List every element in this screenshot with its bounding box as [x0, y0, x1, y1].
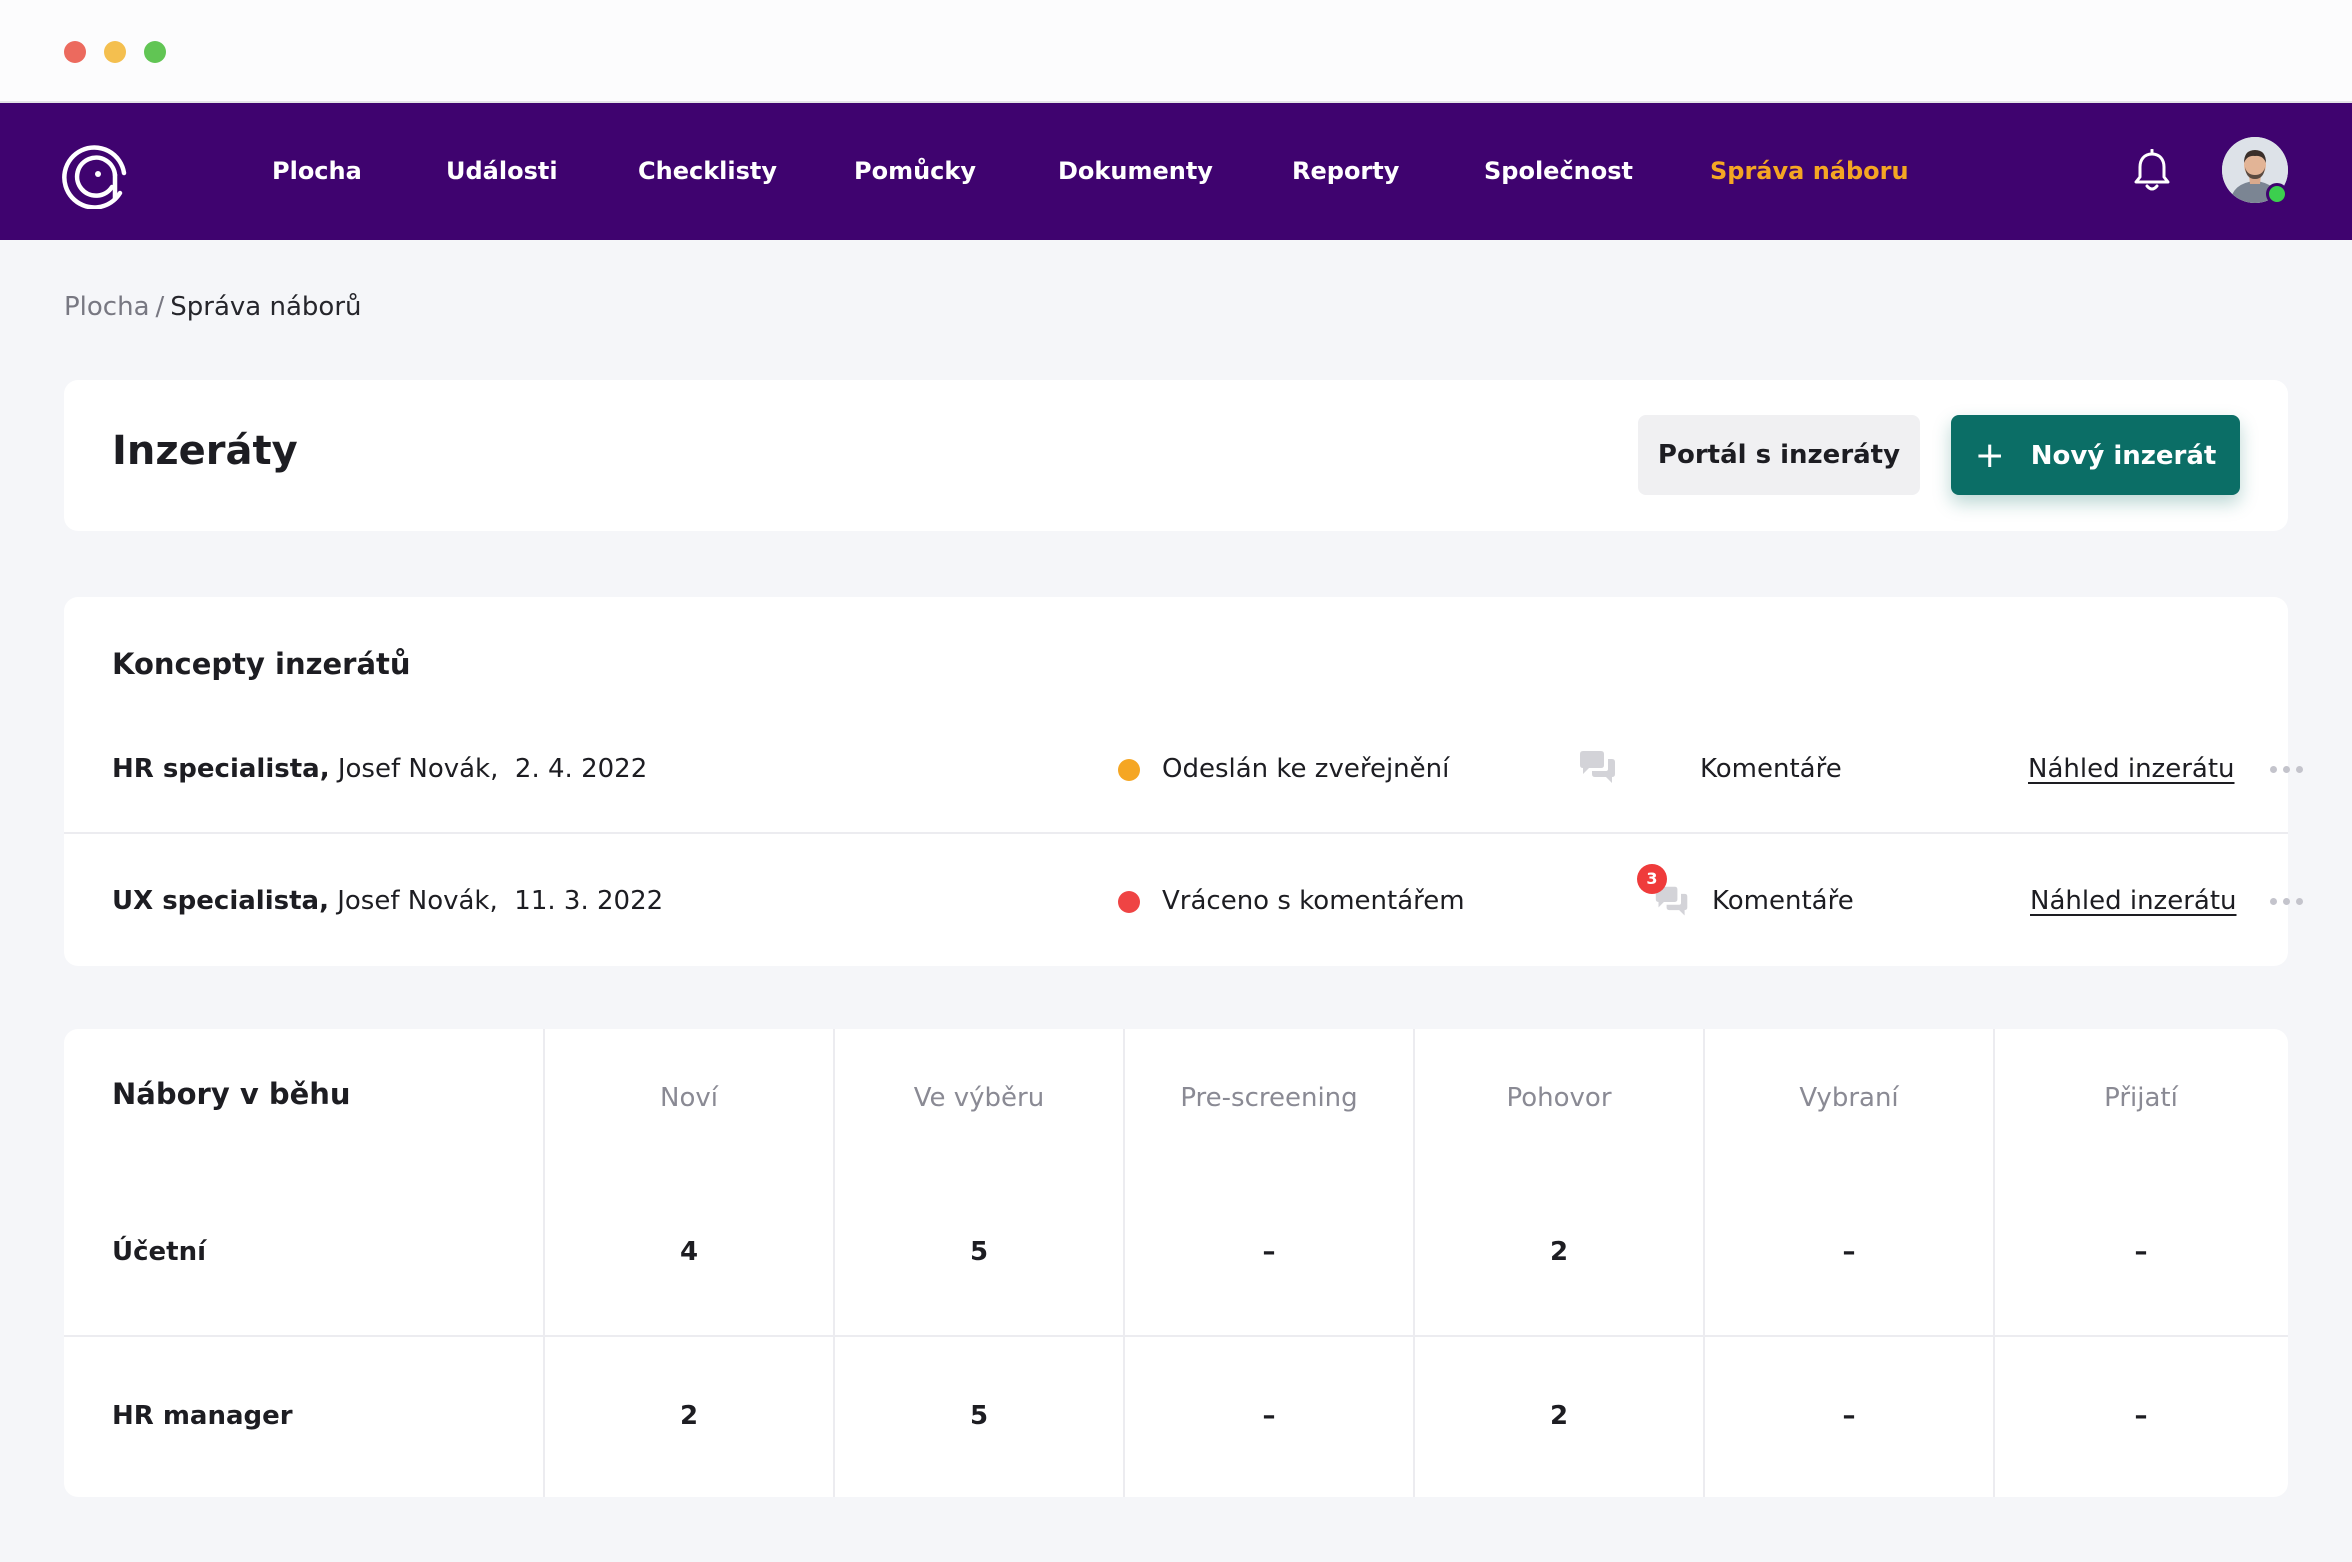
concept-title: UX specialista, Josef Novák, 11. 3. 2022: [112, 836, 663, 966]
online-status-indicator: [2266, 183, 2288, 205]
table-cell: –: [1262, 1237, 1276, 1267]
recruitments-table: Nábory v běhu Noví Ve výběru Pre-screeni…: [64, 1029, 2288, 1497]
status-dot-icon: [1118, 759, 1140, 781]
breadcrumb-current: Správa náborů: [170, 292, 362, 322]
column-header-novi: Noví: [660, 1083, 718, 1113]
concept-date: 2. 4. 2022: [514, 754, 648, 784]
concept-title: HR specialista, Josef Novák, 2. 4. 2022: [112, 704, 647, 834]
nav-item-checklisty[interactable]: Checklisty: [638, 103, 777, 240]
nav-item-udalosti[interactable]: Události: [446, 103, 558, 240]
concept-author: Josef Novák,: [337, 754, 499, 784]
breadcrumb: Plocha / Správa náborů: [64, 292, 362, 322]
table-cell[interactable]: 4: [544, 1237, 834, 1267]
top-navigation: Plocha Události Checklisty Pomůcky Dokum…: [0, 103, 2352, 240]
concept-author: Josef Novák,: [337, 886, 498, 916]
concept-status: Odeslán ke zveřejnění: [1162, 754, 1450, 784]
concept-status: Vráceno s komentářem: [1162, 886, 1465, 916]
recruitments-title: Nábory v běhu: [112, 1077, 351, 1111]
table-cell[interactable]: 2: [1414, 1401, 1704, 1431]
column-header-pohovor: Pohovor: [1506, 1083, 1612, 1113]
window-close-button[interactable]: [64, 41, 86, 63]
table-cell: –: [1842, 1237, 1856, 1267]
status-dot-icon: [1118, 891, 1140, 913]
row-divider: [64, 1335, 2288, 1337]
table-row-label[interactable]: HR manager: [112, 1401, 293, 1431]
nav-item-sprava-naboru[interactable]: Správa náboru: [1710, 103, 1909, 240]
more-options-icon[interactable]: [2270, 898, 2304, 906]
window-maximize-button[interactable]: [144, 41, 166, 63]
table-cell: –: [2134, 1401, 2148, 1431]
preview-link[interactable]: Náhled inzerátu: [2028, 704, 2235, 834]
preview-link[interactable]: Náhled inzerátu: [2030, 836, 2237, 966]
page-title: Inzeráty: [112, 428, 298, 474]
column-header-pre-screening: Pre-screening: [1180, 1083, 1358, 1113]
table-cell: –: [1842, 1401, 1856, 1431]
window-titlebar: [0, 0, 2352, 103]
table-cell[interactable]: 5: [834, 1237, 1124, 1267]
window-minimize-button[interactable]: [104, 41, 126, 63]
nav-item-reporty[interactable]: Reporty: [1292, 103, 1399, 240]
nav-item-spolecnost[interactable]: Společnost: [1484, 103, 1633, 240]
notification-bell-icon[interactable]: [2132, 149, 2172, 193]
table-cell[interactable]: 2: [1414, 1237, 1704, 1267]
table-row-label[interactable]: Účetní: [112, 1237, 206, 1267]
table-cell[interactable]: 5: [834, 1401, 1124, 1431]
breadcrumb-link-plocha[interactable]: Plocha: [64, 292, 150, 322]
concept-position: UX specialista,: [112, 886, 329, 916]
breadcrumb-separator: /: [155, 292, 165, 322]
portal-button[interactable]: Portál s inzeráty: [1638, 415, 1920, 495]
more-options-icon[interactable]: [2270, 766, 2304, 774]
comments-icon[interactable]: [1578, 750, 1618, 786]
table-cell: –: [1262, 1401, 1276, 1431]
comments-link[interactable]: Komentáře: [1712, 836, 1854, 966]
table-cell: –: [2134, 1237, 2148, 1267]
column-header-vybrani: Vybraní: [1799, 1083, 1899, 1113]
comments-link[interactable]: Komentáře: [1700, 704, 1842, 834]
comments-count-badge: 3: [1637, 864, 1667, 894]
plus-icon: +: [1974, 434, 2005, 476]
concept-position: HR specialista,: [112, 754, 330, 784]
concepts-title: Koncepty inzerátů: [112, 647, 411, 681]
concept-row: HR specialista, Josef Novák, 2. 4. 2022 …: [64, 704, 2303, 834]
concept-row: UX specialista, Josef Novák, 11. 3. 2022…: [64, 836, 2303, 966]
app-logo-icon[interactable]: [60, 137, 132, 209]
column-header-ve-vyberu: Ve výběru: [913, 1083, 1045, 1113]
concept-date: 11. 3. 2022: [514, 886, 664, 916]
concepts-card: Koncepty inzerátů HR specialista, Josef …: [64, 597, 2303, 966]
table-cell[interactable]: 2: [544, 1401, 834, 1431]
nav-item-pomucky[interactable]: Pomůcky: [854, 103, 976, 240]
nav-item-dokumenty[interactable]: Dokumenty: [1058, 103, 1213, 240]
nav-item-plocha[interactable]: Plocha: [272, 103, 362, 240]
new-listing-button-label: Nový inzerát: [2030, 440, 2217, 471]
column-header-prijati: Přijatí: [2104, 1083, 2178, 1113]
page-header-card: Inzeráty Portál s inzeráty + Nový inzerát: [64, 380, 2288, 531]
new-listing-button[interactable]: + Nový inzerát: [1951, 415, 2240, 495]
